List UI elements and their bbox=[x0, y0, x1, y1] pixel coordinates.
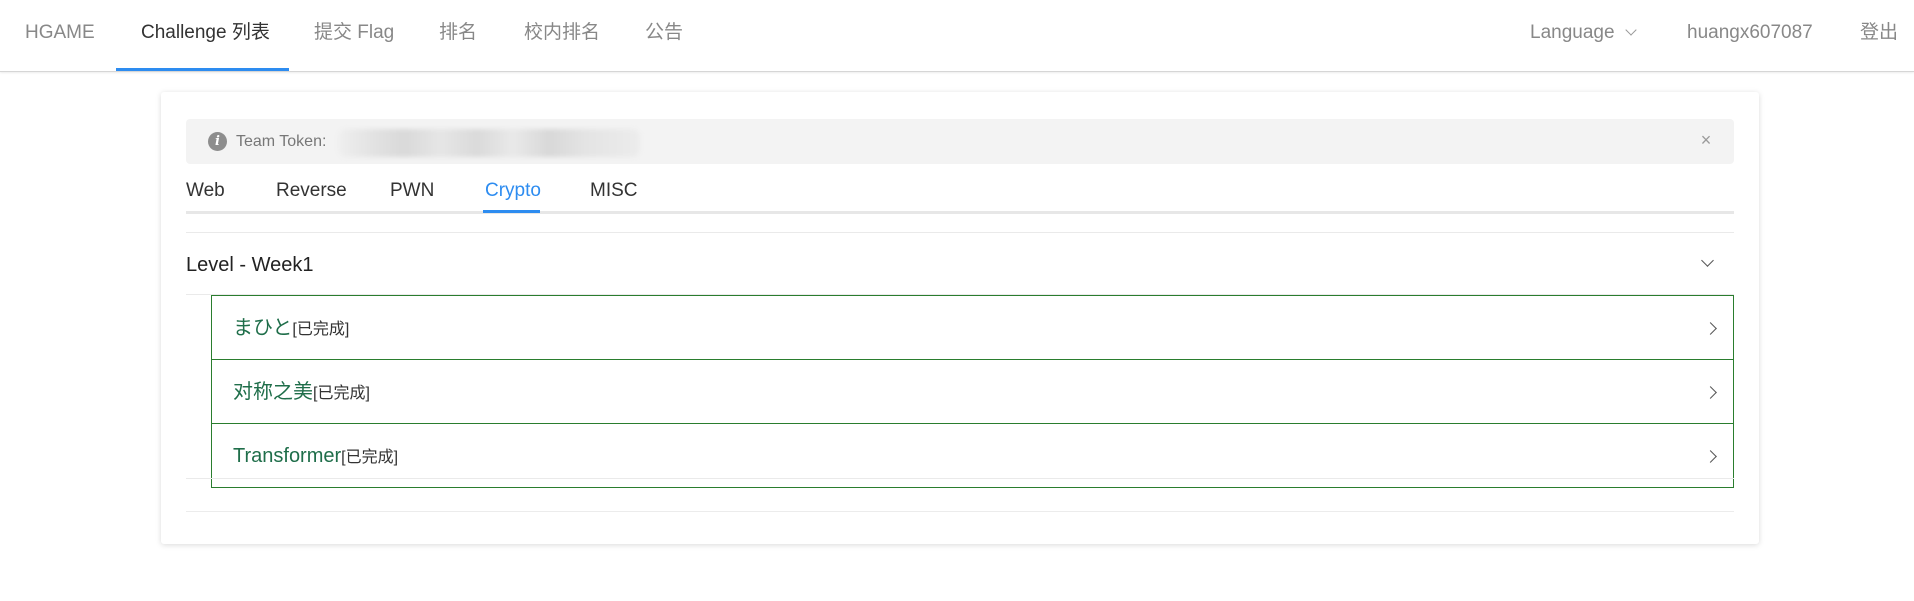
nav-announcements[interactable]: 公告 bbox=[645, 0, 683, 71]
top-navbar: HGAME Challenge 列表 提交 Flag 排名 校内排名 公告 La… bbox=[0, 0, 1914, 72]
challenge-item[interactable]: まひと[已完成] bbox=[211, 295, 1734, 360]
team-token-value-blurred bbox=[338, 129, 640, 157]
challenge-name: まひと bbox=[233, 317, 293, 339]
chevron-down-icon bbox=[1701, 254, 1714, 267]
nav-challenge-list[interactable]: Challenge 列表 bbox=[141, 0, 270, 71]
close-icon[interactable]: × bbox=[1696, 130, 1716, 150]
info-icon: i bbox=[208, 132, 227, 151]
level-header[interactable]: Level - Week1 bbox=[186, 232, 1734, 295]
category-tabs: Web Reverse PWN Crypto MISC bbox=[186, 178, 1734, 214]
team-token-label: Team Token: bbox=[236, 133, 327, 150]
tab-misc[interactable]: MISC bbox=[590, 178, 638, 204]
tab-web[interactable]: Web bbox=[186, 178, 225, 204]
chevron-right-icon bbox=[1704, 386, 1717, 399]
challenge-title: 对称之美[已完成] bbox=[233, 380, 370, 406]
brand-link[interactable]: HGAME bbox=[25, 0, 95, 71]
nav-submit-flag[interactable]: 提交 Flag bbox=[314, 0, 394, 71]
level-title: Level - Week1 bbox=[186, 254, 314, 276]
logout-link[interactable]: 登出 bbox=[1860, 0, 1898, 71]
chevron-right-icon bbox=[1704, 450, 1717, 463]
tab-active-indicator bbox=[483, 210, 540, 213]
challenge-title: Transformer[已完成] bbox=[233, 444, 398, 470]
chevron-down-icon bbox=[1624, 24, 1637, 36]
challenge-status: [已完成] bbox=[341, 449, 399, 466]
challenge-card: i Team Token: × Web Reverse PWN Crypto M… bbox=[161, 92, 1759, 544]
language-label: Language bbox=[1530, 22, 1615, 43]
challenge-status: [已完成] bbox=[292, 321, 350, 338]
nav-school-ranking[interactable]: 校内排名 bbox=[524, 0, 600, 71]
challenge-name: Transformer bbox=[233, 445, 342, 467]
challenge-name: 对称之美 bbox=[233, 381, 313, 403]
tab-crypto[interactable]: Crypto bbox=[485, 178, 541, 204]
challenge-item[interactable]: 对称之美[已完成] bbox=[211, 359, 1734, 424]
divider bbox=[186, 511, 1734, 512]
nav-active-indicator bbox=[116, 68, 289, 71]
team-token-alert: i Team Token: × bbox=[186, 119, 1734, 164]
language-dropdown[interactable]: Language bbox=[1530, 0, 1637, 71]
tab-pwn[interactable]: PWN bbox=[390, 178, 434, 204]
challenge-status: [已完成] bbox=[313, 385, 370, 402]
nav-ranking[interactable]: 排名 bbox=[439, 0, 477, 71]
divider bbox=[186, 478, 1734, 479]
tab-reverse[interactable]: Reverse bbox=[276, 178, 347, 204]
user-menu[interactable]: huangx607087 bbox=[1687, 0, 1813, 71]
challenge-title: まひと[已完成] bbox=[233, 316, 349, 342]
chevron-right-icon bbox=[1704, 322, 1717, 335]
